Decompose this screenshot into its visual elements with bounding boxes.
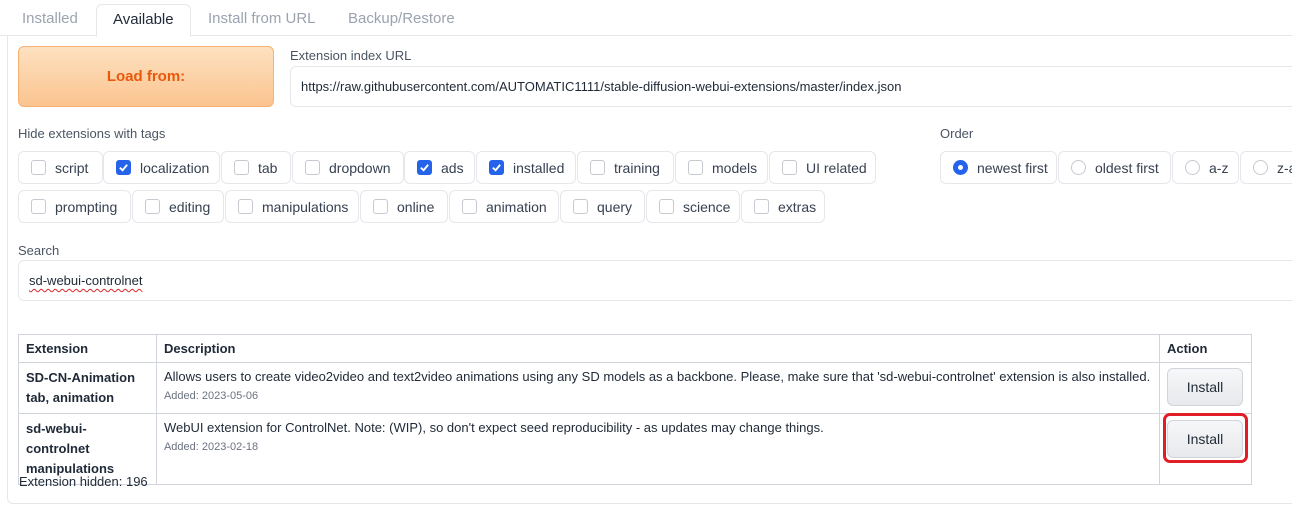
index-url-input[interactable]: https://raw.githubusercontent.com/AUTOMA…: [290, 66, 1292, 107]
checkbox-checked-icon: [116, 160, 131, 175]
tag-editing[interactable]: editing: [132, 190, 224, 223]
order-newest-first[interactable]: newest first: [940, 151, 1057, 184]
tag-label: script: [55, 159, 89, 176]
extension-hidden-count: Extension hidden: 196: [19, 474, 148, 489]
radio-icon: [1253, 160, 1268, 175]
tag-label: extras: [778, 198, 817, 215]
checkbox-icon: [238, 199, 253, 214]
tag-tab[interactable]: tab: [221, 151, 291, 184]
tag-label: editing: [169, 198, 211, 215]
tab-available[interactable]: Available: [96, 4, 191, 37]
install-button[interactable]: Install: [1166, 420, 1243, 458]
table-row: SD-CN-Animation tab, animation Allows us…: [18, 362, 1253, 414]
install-button[interactable]: Install: [1166, 368, 1243, 406]
index-url-value: https://raw.githubusercontent.com/AUTOMA…: [301, 79, 902, 94]
tag-label: models: [712, 159, 758, 176]
tab-backup-restore[interactable]: Backup/Restore: [332, 4, 471, 36]
order-option-label: z-a: [1277, 159, 1292, 176]
extension-name-link[interactable]: sd-webui-controlnet: [26, 419, 149, 459]
tag-script[interactable]: script: [18, 151, 103, 184]
table-row: sd-webui-controlnet manipulations WebUI …: [18, 413, 1253, 485]
tab-bar: Installed Available Install from URL Bac…: [0, 0, 1292, 37]
checkbox-checked-icon: [417, 160, 432, 175]
order-option-label: newest first: [977, 159, 1048, 176]
tag-label: science: [683, 198, 731, 215]
table-header-row: Extension Description Action: [18, 334, 1253, 363]
tag-localization[interactable]: localization: [103, 151, 220, 184]
tag-label: localization: [140, 159, 210, 176]
checkbox-icon: [688, 160, 703, 175]
extension-name-link[interactable]: SD-CN-Animation: [26, 368, 149, 388]
tag-animation[interactable]: animation: [449, 190, 559, 223]
tag-query[interactable]: query: [560, 190, 645, 223]
index-url-label: Extension index URL: [290, 48, 412, 63]
tag-label: query: [597, 198, 633, 215]
radio-selected-icon: [953, 160, 968, 175]
tag-label: ads: [441, 159, 464, 176]
load-from-button[interactable]: Load from:: [18, 46, 274, 107]
action-cell: Install: [1158, 413, 1253, 485]
tag-online[interactable]: online: [360, 190, 448, 223]
action-cell: Install: [1158, 362, 1253, 414]
checkbox-icon: [573, 199, 588, 214]
checkbox-icon: [305, 160, 320, 175]
tag-installed[interactable]: installed: [476, 151, 576, 184]
tag-science[interactable]: science: [646, 190, 740, 223]
tag-label: prompting: [55, 198, 118, 215]
checkbox-checked-icon: [489, 160, 504, 175]
checkbox-icon: [31, 160, 46, 175]
order-option-label: oldest first: [1095, 159, 1159, 176]
tab-install-from-url[interactable]: Install from URL: [192, 4, 332, 36]
order-option-label: a-z: [1209, 159, 1229, 176]
radio-icon: [1071, 160, 1086, 175]
added-date: Added: 2023-02-18: [163, 441, 259, 453]
description-cell: Allows users to create video2video and t…: [155, 362, 1160, 414]
extension-description: Allows users to create video2video and t…: [163, 369, 1151, 384]
tag-label: tab: [258, 159, 278, 176]
tag-label: training: [614, 159, 660, 176]
tag-label: animation: [486, 198, 547, 215]
order-a-z[interactable]: a-z: [1172, 151, 1239, 184]
tag-label: UI related: [806, 159, 867, 176]
checkbox-icon: [659, 199, 674, 214]
hide-tags-label: Hide extensions with tags: [18, 126, 166, 141]
radio-icon: [1185, 160, 1200, 175]
order-z-a[interactable]: z-a: [1240, 151, 1292, 184]
header-extension: Extension: [18, 334, 157, 363]
checkbox-icon: [234, 160, 249, 175]
extensions-table: Extension Description Action SD-CN-Anima…: [18, 334, 1253, 485]
checkbox-icon: [145, 199, 160, 214]
tag-dropdown[interactable]: dropdown: [292, 151, 404, 184]
tag-ads[interactable]: ads: [404, 151, 475, 184]
added-date: Added: 2023-05-06: [163, 390, 259, 402]
checkbox-icon: [590, 160, 605, 175]
tag-extras[interactable]: extras: [741, 190, 825, 223]
extension-tags: tab, animation: [26, 390, 115, 405]
search-input[interactable]: sd-webui-controlnet: [18, 260, 1292, 301]
checkbox-icon: [782, 160, 797, 175]
tag-label: online: [397, 198, 435, 215]
tag-manipulations[interactable]: manipulations: [225, 190, 359, 223]
tag-prompting[interactable]: prompting: [18, 190, 131, 223]
extension-description: WebUI extension for ControlNet. Note: (W…: [163, 420, 824, 435]
extension-cell: SD-CN-Animation tab, animation: [18, 362, 157, 414]
tag-ui-related[interactable]: UI related: [769, 151, 876, 184]
tag-training[interactable]: training: [577, 151, 674, 184]
order-oldest-first[interactable]: oldest first: [1058, 151, 1171, 184]
tag-label: installed: [513, 159, 565, 176]
search-value: sd-webui-controlnet: [29, 273, 143, 288]
checkbox-icon: [31, 199, 46, 214]
order-label: Order: [940, 126, 974, 141]
tag-models[interactable]: models: [675, 151, 768, 184]
checkbox-icon: [373, 199, 388, 214]
header-action: Action: [1158, 334, 1253, 363]
tab-installed[interactable]: Installed: [6, 4, 94, 36]
header-description: Description: [155, 334, 1160, 363]
description-cell: WebUI extension for ControlNet. Note: (W…: [155, 413, 1160, 485]
checkbox-icon: [754, 199, 769, 214]
tag-label: manipulations: [262, 198, 349, 215]
tag-label: dropdown: [329, 159, 391, 176]
search-label: Search: [18, 243, 60, 258]
checkbox-icon: [462, 199, 477, 214]
